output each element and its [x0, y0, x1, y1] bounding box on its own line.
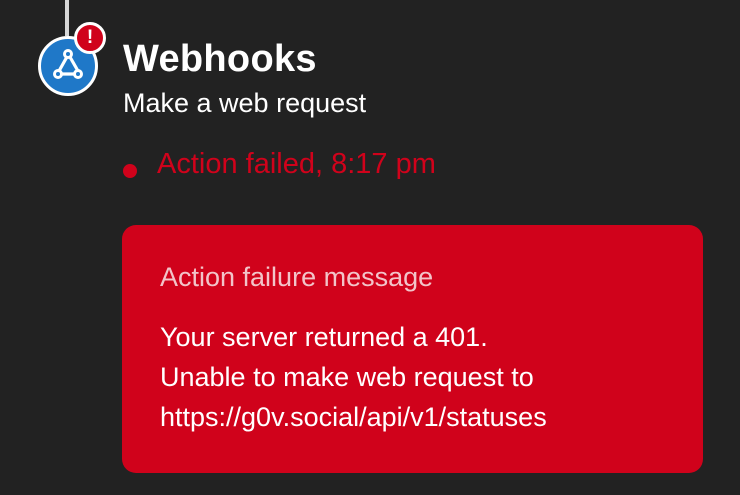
status-text: Action failed, 8:17 pm	[157, 148, 436, 180]
activity-feed-entry: ! Webhooks Make a web request Action fai…	[0, 0, 740, 495]
error-badge-icon: !	[74, 22, 106, 54]
action-name: Make a web request	[123, 88, 367, 118]
failure-message: Your server returned a 401. Unable to ma…	[160, 317, 690, 437]
failure-message-line: Your server returned a 401.	[160, 322, 488, 352]
status-dot-icon	[123, 164, 137, 178]
service-name: Webhooks	[123, 38, 317, 80]
failure-title: Action failure message	[160, 262, 434, 292]
timeline-line	[65, 0, 69, 36]
failure-message-card: Action failure message Your server retur…	[122, 225, 703, 473]
failure-message-url: https://g0v.social/api/v1/statuses	[160, 402, 547, 432]
failure-message-line: Unable to make web request to	[160, 362, 534, 392]
